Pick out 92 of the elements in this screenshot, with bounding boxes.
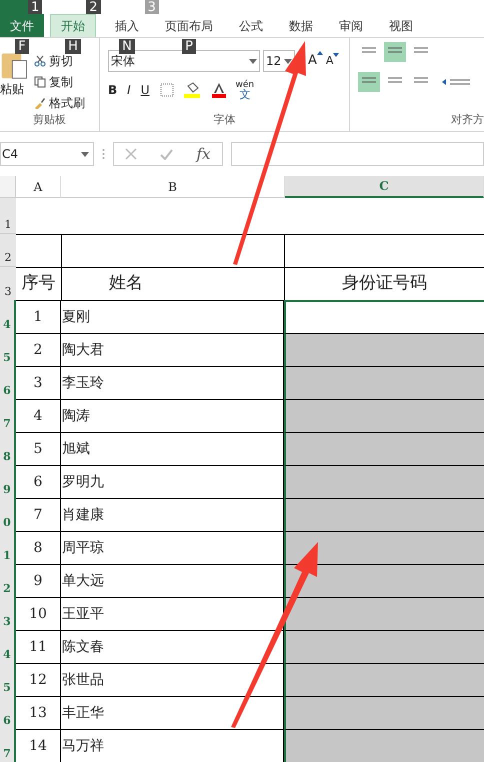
row-header[interactable]: 8	[0, 432, 16, 465]
column-header[interactable]: C	[285, 176, 484, 198]
row-header[interactable]: 6	[0, 696, 16, 729]
table-cell: 3	[16, 366, 60, 399]
table-cell[interactable]	[284, 696, 484, 729]
grow-font-button[interactable]: A	[308, 51, 323, 71]
table-cell[interactable]	[284, 564, 484, 597]
table-cell: 10	[16, 597, 60, 630]
table-cell: 1	[16, 300, 60, 333]
row-header[interactable]: 5	[0, 663, 16, 696]
copy-icon	[34, 76, 46, 88]
italic-button[interactable]: I	[127, 81, 131, 99]
table-cell: 马万祥	[60, 729, 284, 762]
table-cell[interactable]	[284, 399, 484, 432]
key-tip: F	[15, 39, 29, 54]
table-cell[interactable]	[284, 597, 484, 630]
table-cell[interactable]	[284, 630, 484, 663]
key-tip: N	[119, 39, 135, 54]
ribbon-tab[interactable]: 数据	[281, 14, 321, 37]
table-cell: 9	[16, 564, 60, 597]
cut-button[interactable]: 剪切	[34, 52, 85, 70]
row-header[interactable]: 1	[0, 531, 16, 564]
row-header[interactable]: 9	[0, 465, 16, 498]
table-cell: 7	[16, 498, 60, 531]
shrink-font-button[interactable]: A	[326, 52, 340, 70]
caret-icon	[284, 58, 292, 64]
font-color-icon[interactable]	[212, 82, 226, 98]
table-cell: 14	[16, 729, 60, 762]
table-cell: 8	[16, 531, 60, 564]
table-cell: 2	[16, 333, 60, 366]
row-header[interactable]: 7	[0, 729, 16, 762]
ribbon-tab[interactable]: 文件	[0, 14, 44, 37]
row-header[interactable]: 3	[0, 267, 16, 300]
ribbon-tab[interactable]: 插入	[107, 14, 147, 37]
table-cell[interactable]	[284, 663, 484, 696]
brush-icon	[34, 97, 46, 109]
ribbon-tab[interactable]: 开始	[50, 14, 96, 37]
up-triangle-icon	[316, 51, 323, 56]
table-cell: 5	[16, 432, 60, 465]
table-cell[interactable]	[284, 531, 484, 564]
row-header[interactable]: 4	[0, 630, 16, 663]
table-cell[interactable]	[284, 465, 484, 498]
row-header[interactable]: 0	[0, 498, 16, 531]
table-cell: 13	[16, 696, 60, 729]
scissors-icon	[34, 55, 46, 67]
key-tip: H	[65, 39, 81, 54]
group-label: 字体	[212, 112, 236, 128]
down-triangle-icon	[333, 52, 340, 57]
table-cell[interactable]	[284, 333, 484, 366]
fill-color-icon[interactable]	[184, 82, 202, 98]
ribbon-tab[interactable]: 视图	[381, 14, 421, 37]
row-header[interactable]: 2	[0, 564, 16, 597]
table-cell: 11	[16, 630, 60, 663]
copy-button[interactable]: 复制	[34, 73, 85, 91]
key-tip: P	[182, 39, 196, 54]
table-cell: 序号	[16, 267, 61, 300]
caret-icon	[249, 58, 257, 64]
table-cell: 姓名	[61, 267, 285, 300]
underline-button[interactable]: U	[140, 81, 150, 99]
row-header[interactable]: 3	[0, 597, 16, 630]
table-cell[interactable]	[284, 366, 484, 399]
ribbon-tab[interactable]: 审阅	[331, 14, 371, 37]
table-cell: 4	[16, 399, 60, 432]
group-label: 剪贴板	[32, 112, 67, 128]
paste-button[interactable]: 粘贴	[0, 80, 24, 98]
function-button[interactable]: fx	[196, 142, 210, 166]
table-cell[interactable]	[284, 498, 484, 531]
table-cell[interactable]	[284, 432, 484, 465]
check-icon[interactable]	[160, 148, 174, 160]
ribbon-tab[interactable]: 公式	[231, 14, 271, 37]
group-label: 对齐方	[450, 112, 484, 128]
table-cell: 12	[16, 663, 60, 696]
name-box[interactable]: C4	[0, 142, 94, 166]
caret-icon	[81, 152, 89, 156]
ribbon-tab[interactable]: 页面布局	[157, 14, 221, 37]
row-header[interactable]: 5	[0, 333, 16, 366]
table-cell: 6	[16, 465, 60, 498]
table-cell[interactable]	[284, 729, 484, 762]
bold-button[interactable]: B	[108, 81, 118, 99]
drag-handle-icon[interactable]	[102, 148, 105, 160]
phonetic-button[interactable]: wén 文	[236, 80, 254, 100]
row-header[interactable]: 1	[0, 198, 16, 234]
column-header[interactable]: A	[16, 176, 61, 198]
row-header[interactable]: 7	[0, 399, 16, 432]
border-icon[interactable]	[160, 83, 174, 97]
formula-field[interactable]	[231, 142, 484, 166]
row-header[interactable]: 4	[0, 300, 16, 333]
format-painter-button[interactable]: 格式刷	[34, 94, 85, 112]
font-name-field[interactable]: 宋体	[108, 50, 260, 72]
row-header[interactable]: 6	[0, 366, 16, 399]
table-cell[interactable]	[284, 300, 484, 333]
row-header[interactable]: 2	[0, 234, 16, 267]
